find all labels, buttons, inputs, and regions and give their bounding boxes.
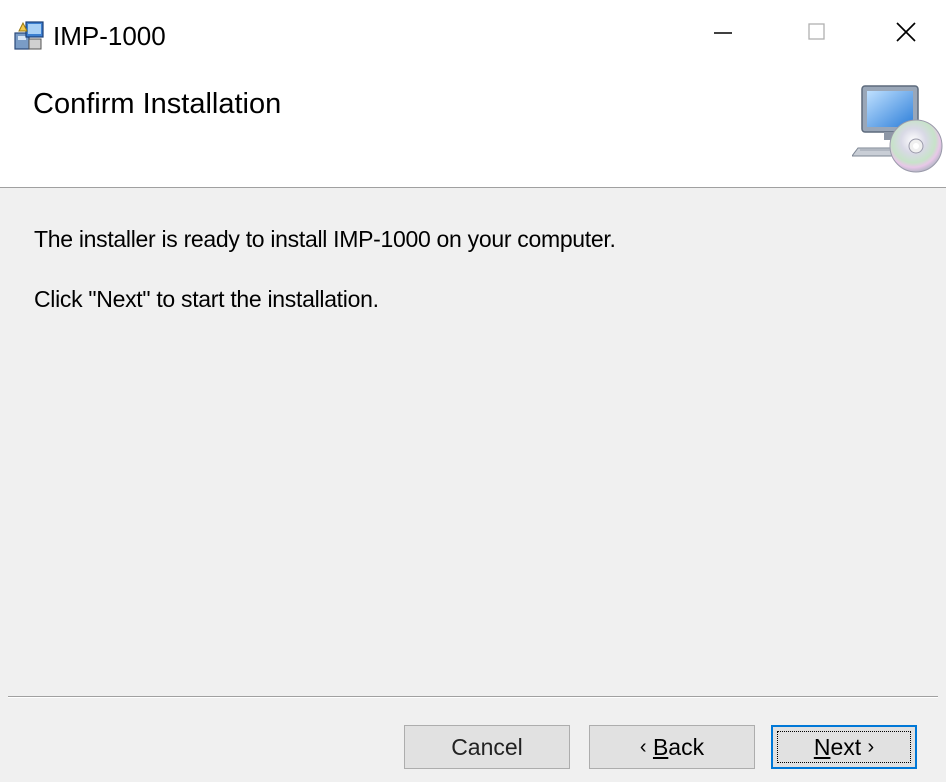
close-icon <box>895 21 917 48</box>
back-button-label: ack <box>668 733 705 760</box>
installer-window: IMP-1000 Confirm Installation The instal… <box>0 0 946 782</box>
dialog-body: The installer is ready to install IMP-10… <box>0 188 946 696</box>
next-button[interactable]: Next › <box>771 725 917 769</box>
maximize-button[interactable] <box>771 0 863 68</box>
page-title: Confirm Installation <box>33 88 282 120</box>
cancel-button-label: Cancel <box>451 733 523 760</box>
computer-cd-icon <box>851 82 944 174</box>
ready-message: The installer is ready to install IMP-10… <box>34 226 616 252</box>
window-title: IMP-1000 <box>53 21 166 51</box>
focus-rectangle <box>777 731 911 763</box>
button-bar: Cancel ‹ Back Next › <box>0 698 946 782</box>
instruction-message: Click "Next" to start the installation. <box>34 286 379 312</box>
minimize-icon <box>713 22 733 47</box>
header-banner: Confirm Installation <box>0 70 946 188</box>
title-bar[interactable]: IMP-1000 <box>0 0 946 70</box>
close-button[interactable] <box>860 0 946 68</box>
back-button[interactable]: ‹ Back <box>589 725 755 769</box>
cancel-button[interactable]: Cancel <box>404 725 570 769</box>
minimize-button[interactable] <box>677 0 769 68</box>
back-button-mnemonic: B <box>652 733 669 760</box>
installer-app-icon <box>13 19 45 51</box>
chevron-left-icon: ‹ <box>639 735 647 758</box>
maximize-icon <box>807 22 827 47</box>
